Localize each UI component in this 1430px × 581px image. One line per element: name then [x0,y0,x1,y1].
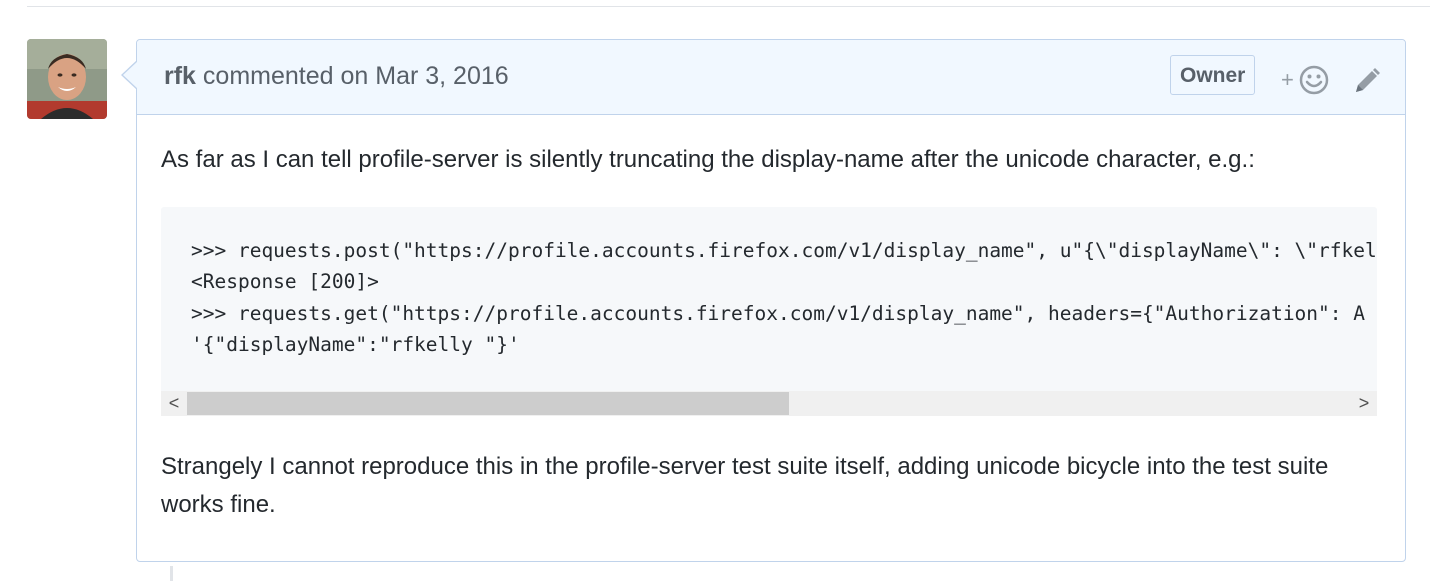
code-block: >>> requests.post("https://profile.accou… [161,207,1377,416]
comment-caret-fill [123,61,138,89]
add-reaction-button[interactable]: + [1281,64,1331,96]
scrollbar-thumb[interactable] [187,392,789,415]
code-line: '{"displayName":"rfkelly "}' [191,333,520,356]
user-avatar-photo-icon [27,39,107,119]
comment-header: rfk commented on Mar 3, 2016 Owner + [137,40,1405,115]
edit-comment-button[interactable] [1352,66,1382,96]
scroll-right-arrow-icon[interactable]: > [1351,391,1377,416]
timeline-connector [170,566,173,581]
code-line: >>> requests.post("https://profile.accou… [191,239,1377,262]
comment-meta: rfk commented on Mar 3, 2016 [164,62,509,91]
comment-card: rfk commented on Mar 3, 2016 Owner + As … [121,39,1406,562]
code-line: <Response [200]> [191,270,379,293]
scroll-left-arrow-icon[interactable]: < [161,391,187,416]
comment-paragraph: As far as I can tell profile-server is s… [161,146,1255,173]
horizontal-scrollbar[interactable]: < > [161,391,1377,416]
pencil-icon [1356,68,1380,92]
plus-icon: + [1281,67,1294,92]
comment-date-link[interactable]: Mar 3, 2016 [375,62,508,90]
owner-badge: Owner [1170,55,1256,95]
comment-paragraph: Strangely I cannot reproduce this in the… [161,453,1329,518]
action-text: commented on [202,62,369,90]
avatar[interactable] [27,39,107,119]
author-link[interactable]: rfk [164,62,196,90]
smiley-icon: + [1281,65,1329,95]
timeline-divider [27,6,1430,7]
code-line: >>> requests.get("https://profile.accoun… [191,302,1365,325]
